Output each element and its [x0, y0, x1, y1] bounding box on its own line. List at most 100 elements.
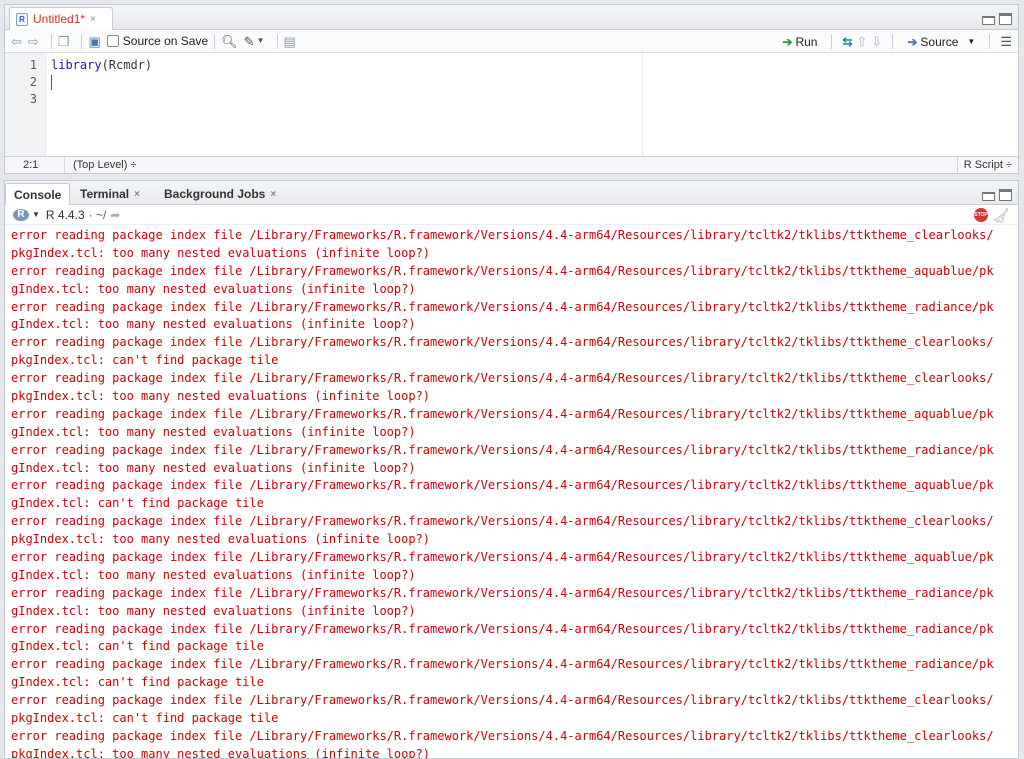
stop-icon[interactable]: STOP	[974, 208, 988, 222]
search-icon[interactable]: 🔍︎	[221, 35, 238, 48]
console-line: error reading package index file /Librar…	[11, 263, 994, 278]
maximize-pane-icon[interactable]	[999, 189, 1012, 201]
console-line: gIndex.tcl: too many nested evaluations …	[11, 603, 416, 618]
console-header: R ▼ R 4.4.3 · ~/ ➦ STOP 🧹︎	[5, 205, 1018, 225]
r-logo-icon: R	[13, 208, 29, 221]
console-line: gIndex.tcl: too many nested evaluations …	[11, 567, 416, 582]
scope-selector[interactable]: (Top Level) ÷	[65, 157, 137, 173]
magic-wand-icon[interactable]: ✎	[244, 35, 255, 48]
toolbar-divider	[989, 34, 991, 49]
forward-arrow-icon[interactable]: ⇨	[28, 35, 39, 48]
toolbar-divider	[214, 33, 216, 49]
tab-label: Background Jobs	[164, 187, 266, 201]
console-line: error reading package index file /Librar…	[11, 693, 994, 708]
console-line: error reading package index file /Librar…	[11, 657, 994, 672]
console-line: error reading package index file /Librar…	[11, 228, 994, 242]
close-tab-icon[interactable]: ×	[270, 189, 276, 200]
toolbar-right: ➔ Run ⇆ ⇧ ⇩ ➔ Source ▼ ☰	[778, 30, 1012, 53]
clear-console-icon[interactable]: 🧹︎	[992, 207, 1010, 224]
console-line: gIndex.tcl: can't find package tile	[11, 639, 264, 654]
console-tabbar: Console Terminal × Background Jobs ×	[5, 181, 1018, 205]
cursor-position: 2:1	[5, 157, 65, 173]
console-line: error reading package index file /Librar…	[11, 335, 994, 350]
toolbar-divider	[831, 34, 833, 49]
console-line: gIndex.tcl: too many nested evaluations …	[11, 424, 416, 439]
rerun-icon[interactable]: ⇆	[842, 35, 852, 49]
compile-report-icon[interactable]: ▤	[284, 35, 296, 48]
run-button[interactable]: ➔ Run	[778, 35, 821, 49]
function-name: library	[51, 58, 102, 72]
editor-statusbar: 2:1 (Top Level) ÷ R Script ÷	[5, 156, 1018, 173]
source-on-save-checkbox[interactable]	[106, 35, 119, 47]
tab-console[interactable]: Console	[5, 183, 71, 205]
source-on-save-label: Source on Save	[122, 34, 209, 48]
console-line: error reading package index file /Librar…	[11, 550, 994, 565]
go-to-directory-icon[interactable]: ➦	[110, 208, 120, 222]
console-line: error reading package index file /Librar…	[11, 406, 994, 421]
go-up-icon[interactable]: ⇧	[857, 34, 868, 50]
minimize-pane-icon[interactable]	[982, 16, 995, 25]
code-editor[interactable]: library(Rcmdr)	[47, 53, 643, 158]
console-line: pkgIndex.tcl: too many nested evaluation…	[11, 389, 431, 404]
function-args: (Rcmdr)	[101, 58, 153, 72]
console-line: error reading package index file /Librar…	[11, 478, 994, 493]
code-line: library(Rcmdr)	[51, 57, 642, 74]
close-tab-icon[interactable]: ×	[90, 14, 96, 25]
line-number: 3	[29, 92, 37, 106]
console-line: pkgIndex.tcl: too many nested evaluation…	[11, 532, 431, 547]
language-selector[interactable]: R Script ÷	[956, 157, 1018, 173]
tab-terminal[interactable]: Terminal ×	[72, 183, 148, 205]
console-pane-controls	[982, 189, 1012, 201]
line-number: 2	[29, 75, 37, 89]
minimize-pane-icon[interactable]	[982, 192, 995, 201]
editor-body: 1 2 3 library(Rcmdr)	[5, 53, 1018, 158]
r-file-icon: R	[16, 12, 28, 26]
close-tab-icon[interactable]: ×	[134, 189, 140, 200]
console-line: gIndex.tcl: too many nested evaluations …	[11, 281, 416, 296]
editor-tabbar: R Untitled1* ×	[5, 5, 1018, 30]
tab-background-jobs[interactable]: Background Jobs ×	[156, 183, 284, 205]
line-number: 1	[29, 58, 37, 72]
toolbar-divider	[50, 33, 52, 49]
line-number-gutter: 1 2 3	[5, 53, 47, 158]
working-directory: · ~/	[88, 207, 107, 222]
show-in-window-icon[interactable]: ❐	[58, 35, 70, 48]
chevron-down-icon[interactable]: ▼	[257, 37, 265, 45]
run-label: Run	[795, 34, 818, 49]
editor-toolbar: ⇦ ⇨ ❐ ▣ Source on Save 🔍︎ ✎ ▼ ▤ ➔ Run ⇆ …	[5, 30, 1018, 53]
tab-untitled1[interactable]: R Untitled1* ×	[9, 7, 113, 30]
console-line: error reading package index file /Librar…	[11, 621, 994, 636]
console-line: pkgIndex.tcl: too many nested evaluation…	[11, 245, 431, 260]
tab-label: Console	[14, 187, 62, 202]
save-icon[interactable]: ▣	[88, 35, 100, 48]
toolbar-divider	[892, 34, 894, 49]
source-button[interactable]: ➔ Source ▼	[903, 35, 979, 49]
console-line: error reading package index file /Librar…	[11, 728, 994, 743]
console-pane: Console Terminal × Background Jobs × R ▼…	[4, 180, 1019, 759]
tab-label: Terminal	[80, 187, 130, 201]
console-line: pkgIndex.tcl: can't find package tile	[11, 353, 279, 368]
back-arrow-icon[interactable]: ⇦	[11, 35, 22, 48]
text-cursor	[51, 75, 52, 90]
chevron-down-icon[interactable]: ▼	[967, 37, 975, 46]
run-arrow-icon: ➔	[782, 34, 793, 49]
console-output[interactable]: error reading package index file /Librar…	[5, 225, 1018, 758]
code-line	[51, 74, 642, 91]
console-line: gIndex.tcl: too many nested evaluations …	[11, 460, 416, 475]
console-line: error reading package index file /Librar…	[11, 299, 994, 314]
console-line: error reading package index file /Librar…	[11, 514, 994, 529]
console-line: pkgIndex.tcl: can't find package tile	[11, 711, 279, 726]
source-arrow-icon: ➔	[907, 34, 918, 49]
go-down-icon[interactable]: ⇩	[871, 34, 882, 50]
console-line: error reading package index file /Librar…	[11, 442, 994, 457]
r-version: R 4.4.3	[45, 207, 85, 222]
source-label: Source	[920, 34, 959, 49]
console-line: error reading package index file /Librar…	[11, 371, 994, 386]
chevron-down-icon[interactable]: ▼	[32, 210, 40, 219]
editor-pane-controls	[982, 13, 1012, 25]
console-line: error reading package index file /Librar…	[11, 585, 994, 600]
maximize-pane-icon[interactable]	[999, 13, 1012, 25]
document-outline-icon[interactable]: ☰	[1000, 35, 1012, 48]
toolbar-divider	[81, 33, 83, 49]
console-line: gIndex.tcl: too many nested evaluations …	[11, 317, 416, 332]
